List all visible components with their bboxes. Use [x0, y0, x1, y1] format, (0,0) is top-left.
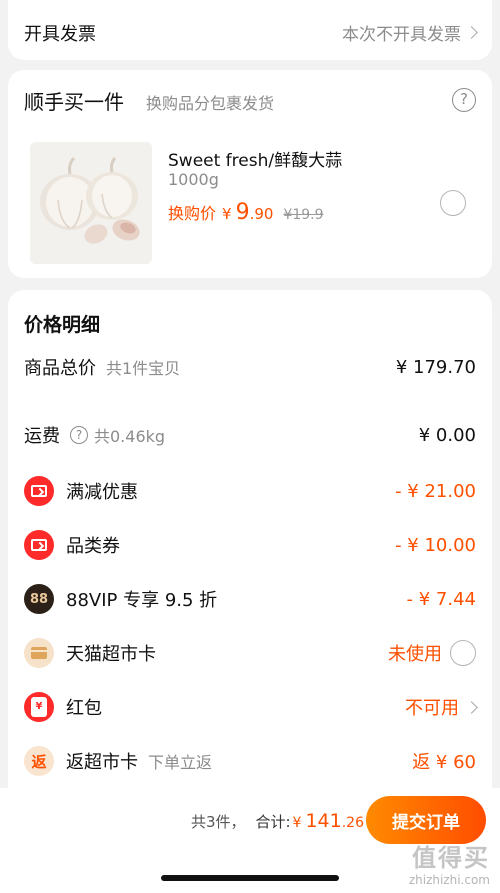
- garlic-image-svg: [30, 142, 152, 264]
- row-category-coupon[interactable]: 品类券 - ¥ 10.00: [8, 530, 492, 560]
- total-decimal: .26: [341, 815, 364, 831]
- 88vip-value: - ¥ 7.44: [406, 588, 476, 610]
- row-red-packet[interactable]: ¥ 红包 不可用: [8, 692, 492, 722]
- fan-icon: 返: [24, 746, 54, 776]
- bottom-bar: 共3件， 合计: ¥ 141 .26 提交订单 值得买 zhizhizhi.co…: [0, 788, 500, 893]
- price-detail-title: 价格明细: [24, 314, 101, 336]
- tmall-card-radio[interactable]: [450, 640, 476, 666]
- full-reduction-label: 满减优惠: [66, 482, 138, 503]
- row-goods-total: 商品总价 共1件宝贝 ¥ 179.70: [8, 352, 492, 382]
- total-integer: 141: [305, 810, 342, 832]
- home-indicator[interactable]: [161, 875, 339, 881]
- row-88vip[interactable]: 88 88VIP 专享 9.5 折 - ¥ 7.44: [8, 584, 492, 614]
- product-price: 换购价 ¥ 9 .90 ¥19.9: [168, 200, 324, 225]
- original-price: ¥19.9: [283, 207, 324, 223]
- return-card-value: 返 ¥ 60: [412, 752, 476, 773]
- tmall-card-label: 天猫超市卡: [66, 644, 156, 665]
- product-name[interactable]: Sweet fresh/鲜馥大蒜: [168, 146, 342, 171]
- addon-card: 顺手买一件 换购品分包裹发货 ? Sweet fresh/鲜馥大蒜 1000g …: [8, 70, 492, 278]
- red-packet-value: 不可用: [405, 698, 459, 719]
- total-currency: ¥: [292, 815, 302, 831]
- watermark-url: zhizhizhi.com: [408, 873, 490, 887]
- invoice-value-text: 本次不开具发票: [342, 25, 461, 45]
- shipping-value: ¥ 0.00: [418, 424, 476, 446]
- category-coupon-label: 品类券: [66, 536, 120, 557]
- return-card-note: 下单立返: [148, 753, 213, 772]
- question-circle-icon[interactable]: ?: [70, 426, 88, 444]
- red-packet-status[interactable]: 不可用: [405, 694, 478, 720]
- row-tmall-card[interactable]: 天猫超市卡 未使用: [8, 638, 492, 668]
- submit-order-button[interactable]: 提交订单: [366, 796, 486, 844]
- addon-title: 顺手买一件: [24, 90, 124, 114]
- tmall-card-value: 未使用: [388, 644, 442, 665]
- question-circle-icon[interactable]: ?: [452, 88, 476, 112]
- chevron-right-icon: [465, 700, 478, 714]
- card-icon: [24, 638, 54, 668]
- coupon-icon: [24, 476, 54, 506]
- shipping-note: 共0.46kg: [94, 427, 166, 446]
- price-integer: 9: [235, 200, 250, 225]
- red-packet-icon: ¥: [24, 692, 54, 722]
- price-decimal: .90: [249, 205, 274, 223]
- price-detail-card: 价格明细 商品总价 共1件宝贝 ¥ 179.70 运费 ? 共0.46kg ¥ …: [8, 290, 492, 790]
- row-full-reduction[interactable]: 满减优惠 - ¥ 21.00: [8, 476, 492, 506]
- watermark: 值得买 zhizhizhi.com: [409, 838, 490, 887]
- price-currency: ¥: [222, 205, 232, 223]
- row-shipping: 运费 ? 共0.46kg ¥ 0.00: [8, 420, 492, 450]
- coupon-icon: [24, 530, 54, 560]
- addon-subtitle: 换购品分包裹发货: [146, 94, 275, 113]
- goods-total-value: ¥ 179.70: [395, 356, 476, 378]
- price-label: 换购价: [168, 204, 217, 223]
- invoice-value[interactable]: 本次不开具发票: [342, 20, 478, 45]
- 88vip-icon: 88: [24, 584, 54, 614]
- goods-total-label: 商品总价: [24, 358, 96, 379]
- invoice-label: 开具发票: [24, 24, 96, 45]
- row-return-card: 返 返超市卡 下单立返 返 ¥ 60: [8, 746, 492, 776]
- 88vip-label: 88VIP 专享 9.5 折: [66, 590, 218, 611]
- watermark-logo: 值得买: [412, 844, 490, 872]
- order-total: 共3件， 合计: ¥ 141 .26: [191, 810, 364, 832]
- red-packet-label: 红包: [66, 698, 102, 719]
- sum-label: 合计:: [255, 813, 291, 831]
- product-image[interactable]: [30, 142, 152, 264]
- item-count: 共3件，: [190, 813, 246, 831]
- product-spec: 1000g: [168, 170, 219, 189]
- invoice-row[interactable]: 开具发票 本次不开具发票: [8, 0, 492, 60]
- return-card-label: 返超市卡: [66, 752, 138, 773]
- chevron-right-icon: [465, 26, 478, 39]
- category-coupon-value: - ¥ 10.00: [395, 534, 476, 556]
- full-reduction-value: - ¥ 21.00: [395, 480, 476, 502]
- goods-total-note: 共1件宝贝: [106, 359, 181, 378]
- tmall-card-status[interactable]: 未使用: [388, 640, 476, 666]
- addon-select-radio[interactable]: [440, 190, 466, 216]
- shipping-label: 运费: [24, 426, 60, 447]
